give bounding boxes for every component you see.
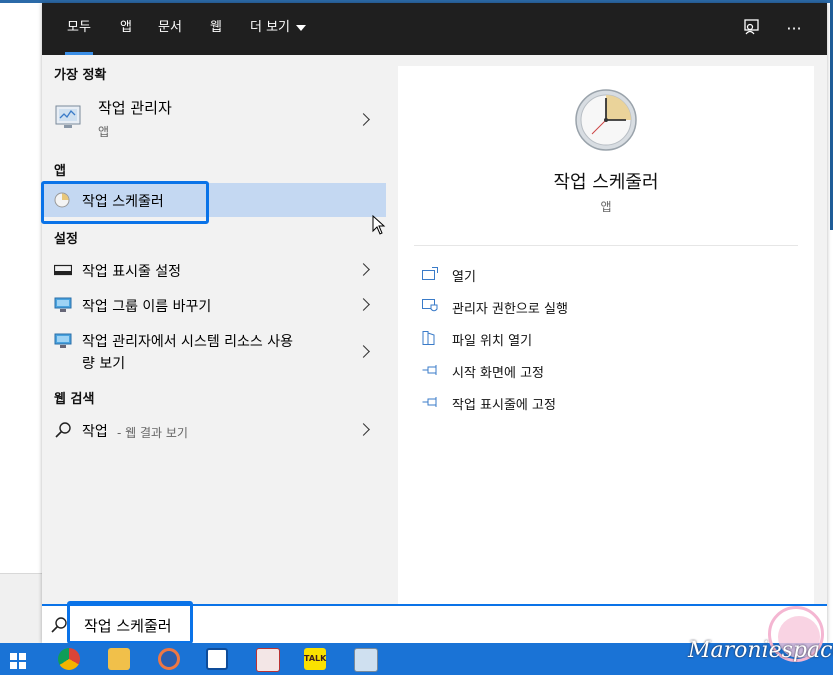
chevron-right-icon[interactable] [357,263,370,276]
result-title: 작업 그룹 이름 바꾸기 [82,299,212,315]
shield-icon [422,299,438,312]
taskbar-settings-icon [53,264,73,280]
web-query: 작업 [82,424,108,440]
task-manager-icon [54,103,84,135]
result-task-manager[interactable]: 작업 관리자 앱 [42,89,386,147]
tab-more[interactable]: 더 보기 [250,3,307,55]
divider [414,245,798,246]
pin-icon [422,397,437,407]
background-window [0,573,42,644]
action-label: 시작 화면에 고정 [452,366,544,381]
more-options-icon[interactable]: ··· [782,17,806,41]
detail-title: 작업 스케줄러 [553,172,659,193]
tab-documents[interactable]: 문서 [158,3,182,55]
highlight-box [67,601,193,644]
chevron-right-icon[interactable] [357,345,370,358]
detail-type: 앱 [600,200,612,214]
paint-icon[interactable] [108,648,130,670]
result-title: 작업 관리자 [98,99,172,117]
result-taskbar-settings[interactable]: 작업 표시줄 설정 [42,253,386,287]
result-title: 작업 표시줄 설정 [82,264,182,280]
action-label: 관리자 권한으로 실행 [452,302,568,317]
start-search-panel: 모두 앱 문서 웹 더 보기 ··· 가장 정확 작업 관리자 앱 앱 작업 스… [41,3,827,644]
detail-pane: 작업 스케줄러 앱 열기 관리자 권한으로 실행 파일 위치 열기 시작 화면에… [398,66,814,626]
windows-start-icon[interactable] [10,653,26,673]
task-scheduler-large-icon [574,88,638,156]
section-web-search: 웹 검색 [54,392,95,407]
computer-icon [54,333,72,353]
window-app-icon[interactable] [206,648,228,670]
action-label: 작업 표시줄에 고정 [452,398,556,413]
highlight-box [41,181,209,224]
result-rename-workgroup[interactable]: 작업 그룹 이름 바꾸기 [42,288,386,322]
section-settings: 설정 [54,232,78,247]
watermark-text: Maroniespace [688,638,833,663]
chevron-right-icon[interactable] [357,423,370,436]
computer-icon [54,297,72,317]
tab-all[interactable]: 모두 [65,3,93,55]
mouse-cursor-icon [372,214,386,239]
result-web-search[interactable]: 작업 - 웹 결과 보기 [42,413,386,447]
chrome-icon[interactable] [58,648,80,670]
result-title-line2: 량 보기 [82,356,126,372]
folder-icon [422,331,435,345]
kakaotalk-icon[interactable]: TALK [304,648,326,670]
search-filter-bar: 모두 앱 문서 웹 더 보기 ··· [42,3,827,55]
chevron-right-icon[interactable] [357,113,370,126]
tab-web[interactable]: 웹 [210,3,222,55]
open-icon [422,267,438,280]
web-suffix: - 웹 결과 보기 [117,426,188,440]
section-best-match: 가장 정확 [54,68,107,83]
section-apps: 앱 [54,164,66,179]
result-resource-usage[interactable]: 작업 관리자에서 시스템 리소스 사용 량 보기 [42,325,386,375]
search-icon [50,616,68,638]
tab-apps[interactable]: 앱 [120,3,132,55]
snipping-tool-icon[interactable] [256,648,280,672]
app-icon[interactable] [158,648,180,670]
search-icon [54,421,72,443]
pin-icon [422,365,437,375]
result-title-line1: 작업 관리자에서 시스템 리소스 사용 [82,334,293,350]
tab-more-label: 더 보기 [250,20,291,35]
task-manager-icon[interactable] [354,648,378,672]
chevron-right-icon[interactable] [357,298,370,311]
result-type: 앱 [98,125,110,139]
feedback-icon[interactable] [740,17,764,41]
action-label: 파일 위치 열기 [452,334,533,349]
chevron-down-icon [296,24,307,31]
action-label: 열기 [452,270,476,285]
